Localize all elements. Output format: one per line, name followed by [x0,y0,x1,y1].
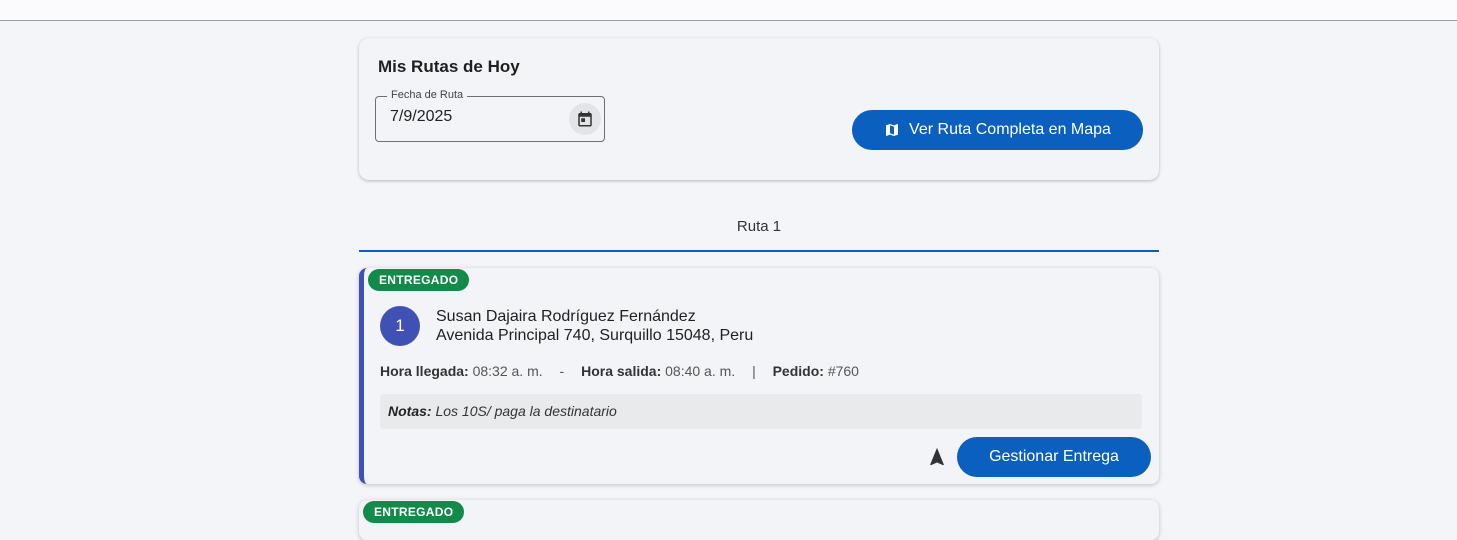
order-id: #760 [827,363,859,379]
view-full-route-map-button[interactable]: Ver Ruta Completa en Mapa [852,110,1143,150]
status-badge: ENTREGADO [368,269,470,291]
stop-order-avatar: 1 [380,306,420,346]
customer-address: Avenida Principal 740, Surquillo 15048, … [436,327,754,344]
arrival-time: 08:32 a. m. [472,363,543,379]
top-bar [0,0,1457,21]
page-title: Mis Rutas de Hoy [378,57,520,76]
status-badge: ENTREGADO [363,501,465,523]
route-date-field[interactable]: Fecha de Ruta 7/9/2025 [375,89,605,142]
stop-notes: Notas: Los 10S/ paga la destinatario [380,394,1142,429]
route-filter-card: Mis Rutas de Hoy Fecha de Ruta 7/9/2025 … [359,38,1159,180]
navigation-arrow-icon[interactable] [926,446,948,468]
route-date-value[interactable]: 7/9/2025 [390,108,452,126]
date-picker-button[interactable] [569,103,601,135]
delivery-stop-card: ENTREGADO 1 Susan Dajaira Rodríguez Fern… [359,268,1159,484]
manage-delivery-button[interactable]: Gestionar Entrega [957,437,1151,477]
view-full-route-map-label: Ver Ruta Completa en Mapa [909,121,1111,138]
departure-label: Hora salida: [581,363,662,379]
notes-label: Notas: [388,403,432,419]
notes-text: Los 10S/ paga la destinatario [435,403,617,419]
order-separator: | [752,363,756,379]
map-icon [886,124,899,136]
route-date-label: Fecha de Ruta [387,89,468,101]
order-label: Pedido: [772,363,824,379]
stop-times: Hora llegada: 08:32 a. m. - Hora salida:… [380,363,859,379]
arrival-label: Hora llegada: [380,363,469,379]
tab-ruta-1[interactable]: Ruta 1 [359,208,1159,252]
calendar-icon [578,111,592,127]
times-separator: - [559,363,565,379]
departure-time: 08:40 a. m. [665,363,736,379]
stop-customer-info: Susan Dajaira Rodríguez Fernández Avenid… [436,307,753,345]
customer-name: Susan Dajaira Rodríguez Fernández [436,308,696,325]
delivery-stop-card: ENTREGADO [359,500,1159,540]
